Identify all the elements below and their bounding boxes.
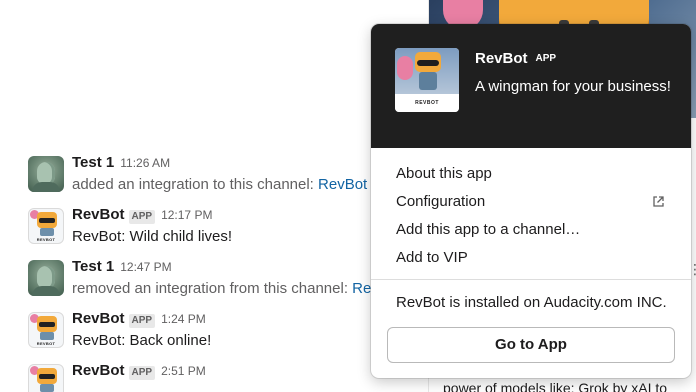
message-row[interactable]: Test 1 11:26 AM added an integration to th… [28,150,428,202]
timestamp[interactable]: 12:17 PM [161,208,212,222]
sender-name[interactable]: Test 1 [72,154,114,171]
timestamp[interactable]: 1:24 PM [161,312,206,326]
menu-item-label: Add this app to a channel… [396,221,581,238]
timestamp[interactable]: 12:47 PM [120,260,171,274]
menu-item-label: Add to VIP [396,249,468,266]
avatar-flower [397,56,413,80]
avatar-robot-body [40,384,54,392]
avatar[interactable]: REVBOT [28,364,64,392]
avatar-robot-goggles [417,60,439,66]
external-link-icon [653,196,664,207]
avatar[interactable] [28,260,64,296]
message-header: RevBot APP 12:17 PM [72,206,212,226]
app-popover: REVBOT RevBot APP A wingman for your bus… [371,24,691,378]
message-body: RevBot: Back online! [72,332,212,349]
avatar-nameplate: REVBOT [36,237,56,242]
message-header: Test 1 12:47 PM [72,258,172,278]
message-text: removed an integration from this channel… [72,280,379,297]
message-body: removed an integration from this channel… [72,280,353,297]
avatar-body [32,182,60,192]
message-row[interactable]: REVBOT RevBotAPP 2:51 PM [28,358,428,392]
app-badge: APP [128,210,156,224]
popover-header: REVBOT RevBot APP A wingman for your bus… [371,24,691,148]
app-badge: APP [535,53,557,64]
installed-info: RevBot is installed on Audacity.com INC. [396,294,667,311]
message-row[interactable]: Test 1 12:47 PM removed an integration fro… [28,254,428,306]
app-badge: APP [128,314,156,328]
app-name: RevBot [475,50,528,67]
menu-item-configuration[interactable]: Configuration [371,188,691,216]
sender-name[interactable]: Test 1 [72,258,114,275]
popover-title: RevBot APP [475,50,556,67]
message-text: RevBot: Back online! [72,332,211,349]
app-badge: APP [128,366,156,380]
avatar-robot-body [40,228,54,236]
avatar-robot-body [419,72,437,90]
sender-name[interactable]: RevBot [72,362,125,379]
divider [371,279,691,280]
sender-name[interactable]: RevBot [72,206,125,223]
message-text: RevBot: Wild child lives! [72,228,232,245]
avatar-body [32,286,60,296]
app-avatar: REVBOT [395,48,459,112]
avatar-head [37,266,55,288]
menu-item-label: Configuration [396,193,486,210]
message-row[interactable]: REVBOT RevBot APP 12:17 PM RevBot: Wild chil… [28,202,428,254]
menu-item-add-to-channel[interactable]: Add this app to a channel… [371,216,691,244]
avatar-head [37,162,55,184]
avatar[interactable]: REVBOT [28,208,64,244]
message-body: RevBot: Wild child lives! [72,228,233,245]
avatar-robot-goggles [39,218,55,223]
sender-name[interactable]: RevBot [72,310,125,327]
menu-item-add-to-vip[interactable]: Add to VIP [371,244,691,272]
app-tagline: A wingman for your business! [475,78,671,95]
avatar-robot-goggles [39,374,55,379]
message-header: Test 1 11:26 AM [72,154,170,174]
message-body: added an integration to this channel: [72,176,319,193]
app-link[interactable]: RevBot [318,176,367,193]
avatar[interactable]: REVBOT [28,312,64,348]
go-to-app-button[interactable]: Go to App [387,327,675,363]
avatar-robot-goggles [39,322,55,327]
avatar-nameplate: REVBOT [395,94,459,112]
avatar-nameplate: REVBOT [36,341,56,346]
avatar[interactable] [28,156,64,192]
app-description-text: power of models like: Grok by xAI to [443,380,668,392]
timestamp[interactable]: 11:26 AM [120,156,170,170]
message-row[interactable]: REVBOT RevBot APP 1:24 PM RevBot: Back onlin… [28,306,428,358]
timestamp[interactable]: 2:51 PM [161,364,206,378]
avatar-robot-body [40,332,54,340]
message-header: RevBot APP 1:24 PM [72,310,206,330]
message-text: added an integration to this channel: Re… [72,176,367,193]
message-header: RevBot APP 2:51 PM [72,362,206,382]
menu-item-about[interactable]: About this app [371,160,691,188]
menu-item-label: About this app [396,165,492,182]
